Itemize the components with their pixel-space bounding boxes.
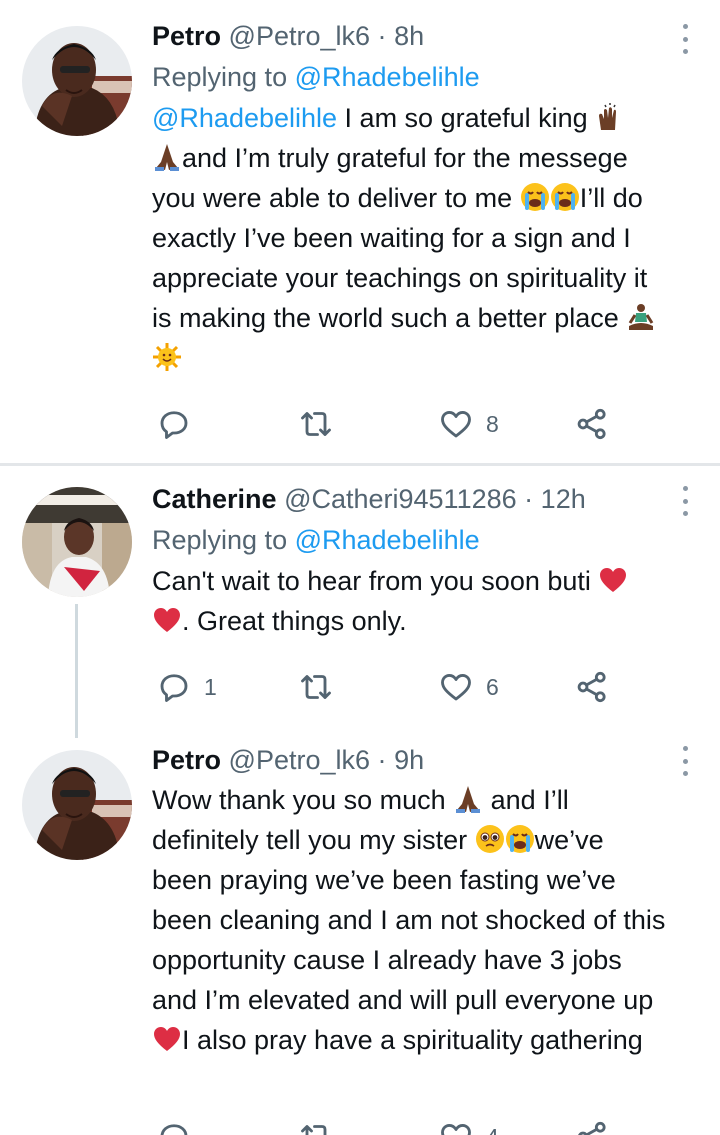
separator: · [524, 484, 534, 514]
share-button[interactable] [574, 1117, 610, 1135]
crying-face-emoji [505, 824, 535, 854]
replying-to: Replying to @Rhadebelihle [152, 521, 668, 559]
folded-hands-emoji [152, 142, 182, 172]
share-button[interactable] [574, 667, 610, 707]
tweet[interactable]: Petro @Petro_lk6 · 9h Wow thank you so m… [0, 730, 720, 1135]
replying-to-label: Replying to [152, 525, 295, 555]
red-heart-emoji [152, 605, 182, 635]
avatar-photo [22, 487, 132, 597]
timestamp[interactable]: 12h [541, 484, 586, 514]
reply-button[interactable] [156, 1117, 204, 1135]
author-name[interactable]: Catherine [152, 484, 277, 514]
heart-icon [441, 411, 471, 438]
retweet-button[interactable] [298, 404, 346, 444]
more-options-button[interactable] [680, 486, 690, 516]
like-count: 6 [486, 673, 499, 700]
tweet-header: Petro @Petro_lk6 · 8h [152, 18, 668, 54]
replying-to-mention[interactable]: @Rhadebelihle [295, 62, 480, 92]
timestamp[interactable]: 9h [394, 745, 424, 775]
text-segment: I also pray have a spirituality gatherin… [182, 1025, 643, 1055]
retweet-button[interactable] [298, 1117, 346, 1135]
reply-icon [160, 1124, 188, 1135]
author-handle[interactable]: @Petro_lk6 [229, 745, 370, 775]
tweet-body: Petro @Petro_lk6 · 9h Wow thank you so m… [152, 742, 668, 1060]
tweet-actions: 8 [152, 404, 632, 444]
tweet-header: Catherine @Catheri94511286 · 12h [152, 481, 668, 517]
author-handle[interactable]: @Catheri94511286 [284, 484, 517, 514]
share-icon [577, 671, 606, 703]
share-icon [577, 408, 606, 440]
author-handle[interactable]: @Petro_lk6 [229, 21, 370, 51]
text-segment: Wow thank you so much [152, 785, 454, 815]
author-name[interactable]: Petro [152, 21, 221, 51]
replying-to: Replying to @Rhadebelihle [152, 58, 668, 96]
like-button[interactable]: 8 [438, 404, 499, 444]
reply-button[interactable] [156, 404, 204, 444]
tweet-text: Wow thank you so much and I’ll definitel… [152, 780, 668, 1060]
avatar-photo [22, 26, 132, 136]
tweet[interactable]: Petro @Petro_lk6 · 8h Replying to @Rhade… [0, 0, 720, 463]
text-segment: I am so grateful king [337, 103, 596, 133]
avatar-photo [22, 750, 132, 860]
folded-hands-emoji [453, 784, 483, 814]
red-heart-emoji [598, 565, 628, 595]
like-button[interactable]: 4 [438, 1117, 499, 1135]
share-button[interactable] [574, 404, 610, 444]
tweet-text: Can't wait to hear from you soon buti . … [152, 561, 668, 641]
crying-face-emoji [550, 182, 580, 212]
tweet-header: Petro @Petro_lk6 · 9h [152, 742, 668, 778]
person-meditating-emoji [626, 302, 656, 332]
thread-connector-line [75, 604, 78, 738]
reply-icon [160, 674, 188, 702]
pleading-face-emoji [475, 824, 505, 854]
like-count: 8 [486, 410, 499, 437]
retweet-icon [301, 1125, 327, 1135]
separator: · [377, 21, 387, 51]
retweet-icon [301, 412, 331, 436]
text-segment: . Great things only. [182, 606, 407, 636]
tweet-actions: 4 [152, 1117, 632, 1135]
retweet-button[interactable] [298, 667, 346, 707]
heart-icon [441, 1124, 471, 1135]
heart-icon [441, 674, 471, 701]
avatar[interactable] [22, 487, 132, 597]
red-heart-emoji [152, 1024, 182, 1054]
separator: · [377, 745, 387, 775]
raising-hands-emoji [595, 102, 625, 132]
avatar[interactable] [22, 26, 132, 136]
replying-to-mention[interactable]: @Rhadebelihle [295, 525, 480, 555]
retweet-icon [301, 675, 331, 699]
author-name[interactable]: Petro [152, 745, 221, 775]
tweet-text: @Rhadebelihle I am so grateful king and … [152, 98, 668, 378]
more-options-button[interactable] [680, 746, 690, 776]
avatar[interactable] [22, 750, 132, 860]
tweet-actions: 1 6 [152, 667, 632, 707]
text-segment: Can't wait to hear from you soon buti [152, 566, 599, 596]
replying-to-label: Replying to [152, 62, 295, 92]
reply-icon [160, 411, 188, 439]
tweet-body: Catherine @Catheri94511286 · 12h Replyin… [152, 481, 668, 641]
like-count: 4 [486, 1124, 499, 1135]
reply-button[interactable]: 1 [156, 667, 217, 707]
reply-feed: Petro @Petro_lk6 · 8h Replying to @Rhade… [0, 0, 720, 1135]
more-options-button[interactable] [680, 24, 690, 54]
like-button[interactable]: 6 [438, 667, 499, 707]
timestamp[interactable]: 8h [394, 21, 424, 51]
reply-count: 1 [204, 673, 217, 700]
mention-link[interactable]: @Rhadebelihle [152, 103, 337, 133]
tweet-body: Petro @Petro_lk6 · 8h Replying to @Rhade… [152, 18, 668, 378]
crying-face-emoji [520, 182, 550, 212]
tweet[interactable]: Catherine @Catheri94511286 · 12h Replyin… [0, 466, 720, 730]
share-icon [578, 1121, 606, 1135]
sun-with-face-emoji [152, 342, 182, 372]
